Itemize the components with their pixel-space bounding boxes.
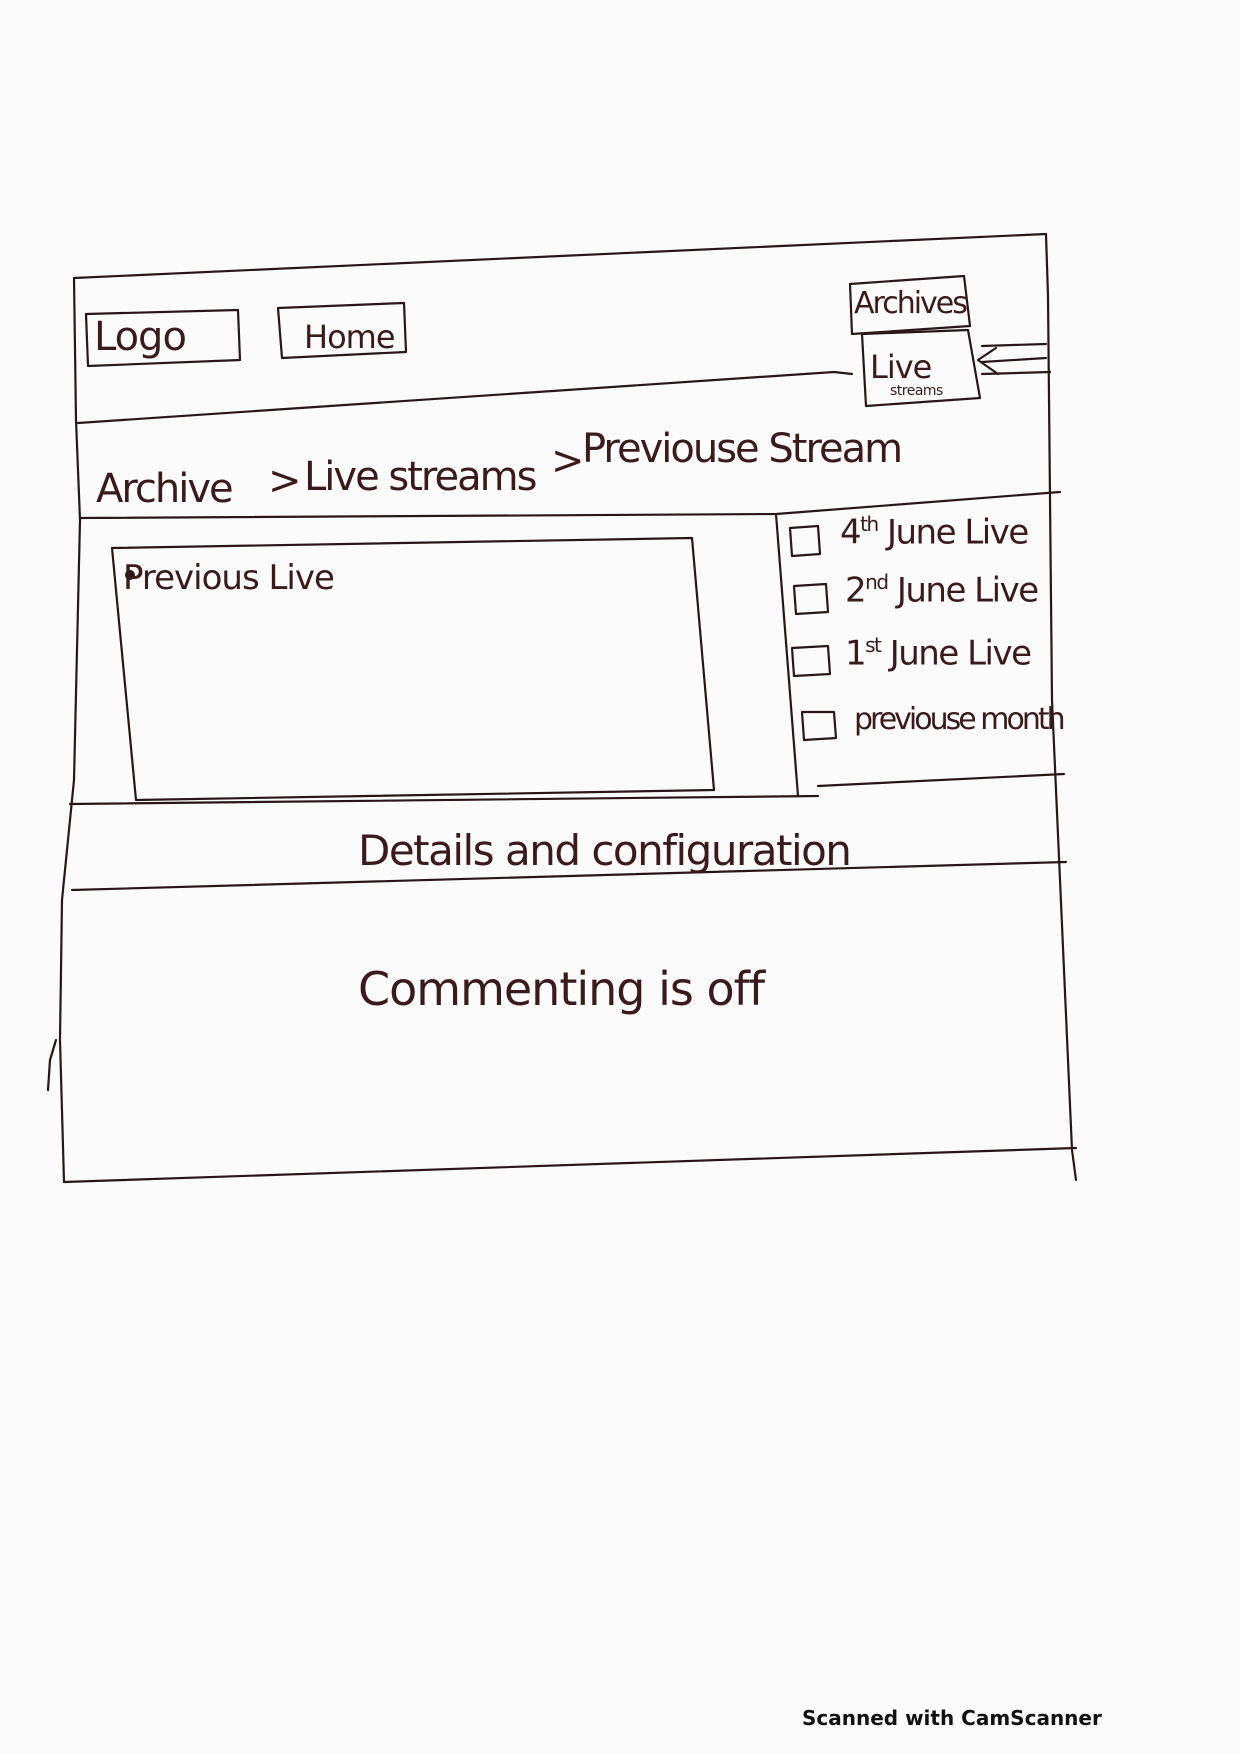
live-streams-menu-item-label: Live [870,348,932,386]
live-streams-menu-item-sublabel: streams [890,383,943,399]
logo-label: Logo [94,314,187,360]
comments-status: Commenting is off [358,962,765,1016]
stream-list-item[interactable]: 1st June Live [845,633,1032,673]
video-player-title: Previous Live [123,558,335,598]
breadcrumb-separator: > [551,438,584,484]
stream-list-item[interactable]: previouse month [854,702,1066,737]
archives-menu-label: Archives [854,286,968,321]
home-button-label: Home [304,318,395,356]
details-section-title: Details and configuration [358,826,852,875]
stream-list-item[interactable]: 2nd June Live [845,570,1039,610]
breadcrumb-item-live-streams[interactable]: Live streams [304,454,537,500]
pointer-arrow-icon [982,340,1048,376]
scanner-watermark: Scanned with CamScanner [802,1706,1102,1730]
breadcrumb-item-previous-stream: Previouse Stream [582,426,903,472]
stream-list-item[interactable]: 4th June Live [840,512,1029,552]
breadcrumb-item-archive[interactable]: Archive [96,466,234,512]
breadcrumb-separator: > [268,458,301,504]
